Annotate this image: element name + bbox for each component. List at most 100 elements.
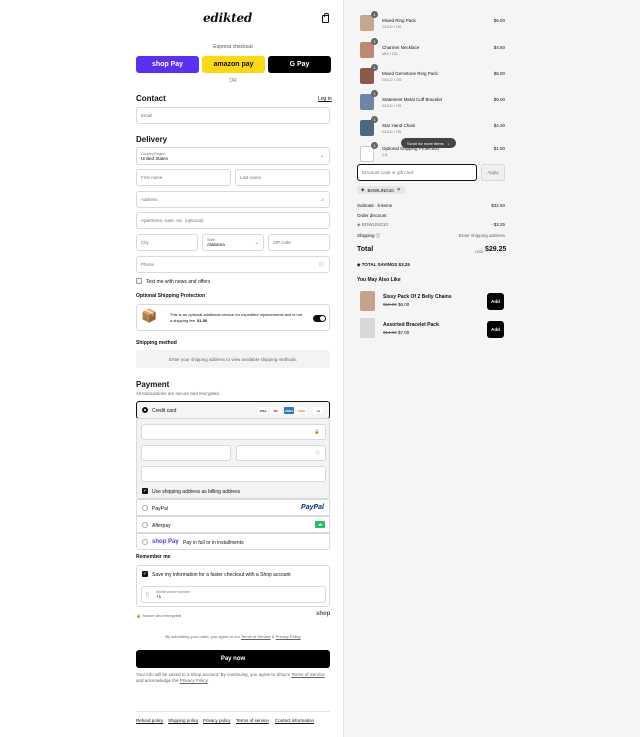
visa-icon: VISA xyxy=(258,407,268,414)
footer-link-privacy[interactable]: Privacy policy xyxy=(203,718,231,723)
pay-now-button[interactable]: Pay now xyxy=(136,650,330,668)
zip-field[interactable]: ZIP code xyxy=(268,234,330,251)
paypal-logo: PayPal xyxy=(301,504,324,511)
billing-checkbox[interactable] xyxy=(142,488,148,494)
address-field[interactable]: Address ⌕ xyxy=(136,191,330,208)
terms-of-service-link[interactable]: Terms of Service xyxy=(241,634,271,639)
more-cards-badge: +4 xyxy=(313,407,323,414)
privacy-policy-link[interactable]: Privacy Policy xyxy=(276,634,301,639)
amazon-pay-button[interactable]: amazon pay xyxy=(202,56,265,73)
last-name-field[interactable]: Last name xyxy=(235,169,330,186)
mastercard-icon: MC xyxy=(271,407,281,414)
footer-link-refund[interactable]: Refund policy xyxy=(136,718,163,723)
login-link[interactable]: Log in xyxy=(318,96,332,102)
total-savings-value: $3.25 xyxy=(398,262,410,267)
lock-icon: 🔒 xyxy=(136,613,141,618)
afterpay-option[interactable]: Afterpay ⇄ xyxy=(136,516,330,533)
shipping-label: Shipping xyxy=(357,233,375,238)
help-icon[interactable]: ⓘ xyxy=(376,233,381,238)
footer-link-shipping[interactable]: Shipping policy xyxy=(168,718,198,723)
name-on-card-field[interactable] xyxy=(141,466,326,482)
upsell-thumbnail xyxy=(360,318,375,338)
arrow-down-icon: ↓ xyxy=(447,140,450,146)
credit-card-radio[interactable] xyxy=(142,407,148,413)
news-checkbox[interactable] xyxy=(136,278,142,284)
subtotal-value: $32.50 xyxy=(491,203,505,208)
paypal-option[interactable]: PayPal PayPal xyxy=(136,499,330,516)
credit-card-option[interactable]: Credit card VISA MC AMEX DISC +4 xyxy=(136,401,330,419)
upsell-add-button[interactable]: Add xyxy=(487,321,504,338)
scroll-hint-pill[interactable]: Scroll for more items ↓ xyxy=(401,138,456,148)
discount-input[interactable]: Discount code or gift card xyxy=(357,164,477,181)
email-field[interactable]: Email xyxy=(136,107,330,124)
shop-tos-link[interactable]: Terms of Service xyxy=(291,672,325,677)
help-icon[interactable]: ⓘ xyxy=(316,450,321,456)
mobile-phone-value: +1 xyxy=(156,594,162,599)
scroll-hint-text: Scroll for more items xyxy=(407,140,444,146)
footer-link-contact[interactable]: Contact information xyxy=(275,718,314,723)
secure-text: Secure and encrypted xyxy=(142,613,182,618)
help-icon[interactable]: ⓘ xyxy=(319,261,324,268)
country-value: United States xyxy=(141,155,169,161)
upsell-add-button[interactable]: Add xyxy=(487,293,504,310)
state-select[interactable]: State Alabama ⌄ xyxy=(202,234,264,251)
afterpay-icon: ⇄ xyxy=(315,521,325,528)
tag-icon: ◈ xyxy=(357,222,361,227)
apartment-field[interactable]: Apartment, suite, etc. (optional) xyxy=(136,212,330,229)
qty-badge: 1 xyxy=(371,116,378,123)
save-info-checkbox[interactable] xyxy=(142,571,148,577)
city-field[interactable]: City xyxy=(136,234,198,251)
card-number-field[interactable]: 🔒 xyxy=(141,424,326,440)
apply-button[interactable]: Apply xyxy=(481,164,505,181)
upsell-new-price: $6.00 xyxy=(398,302,410,307)
shop-account-note: Your info will be saved to a Shop accoun… xyxy=(136,672,332,684)
country-select[interactable]: Country/Region United States ⌄ xyxy=(136,147,330,165)
shop-privacy-link[interactable]: Privacy Policy xyxy=(180,678,208,683)
item-name: Statement Metal Cuff Bracelet xyxy=(382,97,442,102)
upsell-old-price: $12.00 xyxy=(383,302,397,307)
upsell-price-row: $12.00 $6.00 xyxy=(383,302,409,307)
expiry-field[interactable] xyxy=(141,445,231,461)
upsell-new-price: $7.00 xyxy=(398,330,410,335)
remember-box: Save my information for a faster checkou… xyxy=(136,565,330,607)
save-info-label: Save my information for a faster checkou… xyxy=(152,572,291,578)
close-icon[interactable]: ✕ xyxy=(397,187,401,193)
shoppay-radio[interactable] xyxy=(142,539,148,545)
package-shield-icon: 📦 xyxy=(141,308,158,323)
footer-link-terms[interactable]: Terms of service xyxy=(236,718,269,723)
protection-price: $1.50 xyxy=(197,318,208,323)
upsell-item-name: Sissy Pack Of 2 Belly Chains xyxy=(383,294,452,300)
delivery-title: Delivery xyxy=(136,135,168,144)
afterpay-radio[interactable] xyxy=(142,522,148,528)
phone-icon: ▯ xyxy=(146,592,149,598)
item-price: $4.50 xyxy=(493,45,505,50)
shoppay-logo: shop Pay xyxy=(152,539,179,545)
qty-badge: 1 xyxy=(371,11,378,18)
phone-field[interactable]: Phone ⓘ xyxy=(136,256,330,273)
footer-divider xyxy=(136,711,330,712)
mobile-phone-field[interactable]: ▯ Mobile phone number +1 xyxy=(141,586,326,603)
paypal-radio[interactable] xyxy=(142,505,148,511)
shoppay-option[interactable]: shop Pay Pay in full or in installments xyxy=(136,533,330,550)
discount-tag: ◈ BOWLING10 ✕ xyxy=(357,186,405,194)
logo[interactable]: edikted xyxy=(203,11,252,25)
item-name: Mixed Gemstone Ring Pack xyxy=(382,71,438,76)
first-name-field[interactable]: First name xyxy=(136,169,231,186)
qty-badge: 1 xyxy=(371,90,378,97)
shop-pay-button[interactable]: shop Pay xyxy=(136,56,199,73)
terms-text: By submitting your order, you agree to o… xyxy=(136,634,330,639)
total-label: Total xyxy=(357,246,374,253)
protection-toggle[interactable] xyxy=(313,315,326,322)
cart-bag-icon[interactable] xyxy=(322,13,329,23)
item-variant: GOLD / OS xyxy=(382,78,402,82)
protection-description: This is an optional additional service f… xyxy=(170,312,303,323)
upsell-title: You May Also Like xyxy=(357,277,401,283)
chevron-down-icon: ⌄ xyxy=(319,153,324,159)
google-pay-button[interactable]: G Pay xyxy=(268,56,331,73)
chevron-down-icon: ⌄ xyxy=(254,240,259,246)
qty-badge: 1 xyxy=(371,38,378,45)
total-savings-row: ◈ TOTAL SAVINGS $3.25 xyxy=(357,262,410,268)
item-price: $4.00 xyxy=(493,123,505,128)
shoppay-label: Pay in full or in installments xyxy=(183,540,244,546)
cvv-field[interactable]: ⓘ xyxy=(236,445,326,461)
